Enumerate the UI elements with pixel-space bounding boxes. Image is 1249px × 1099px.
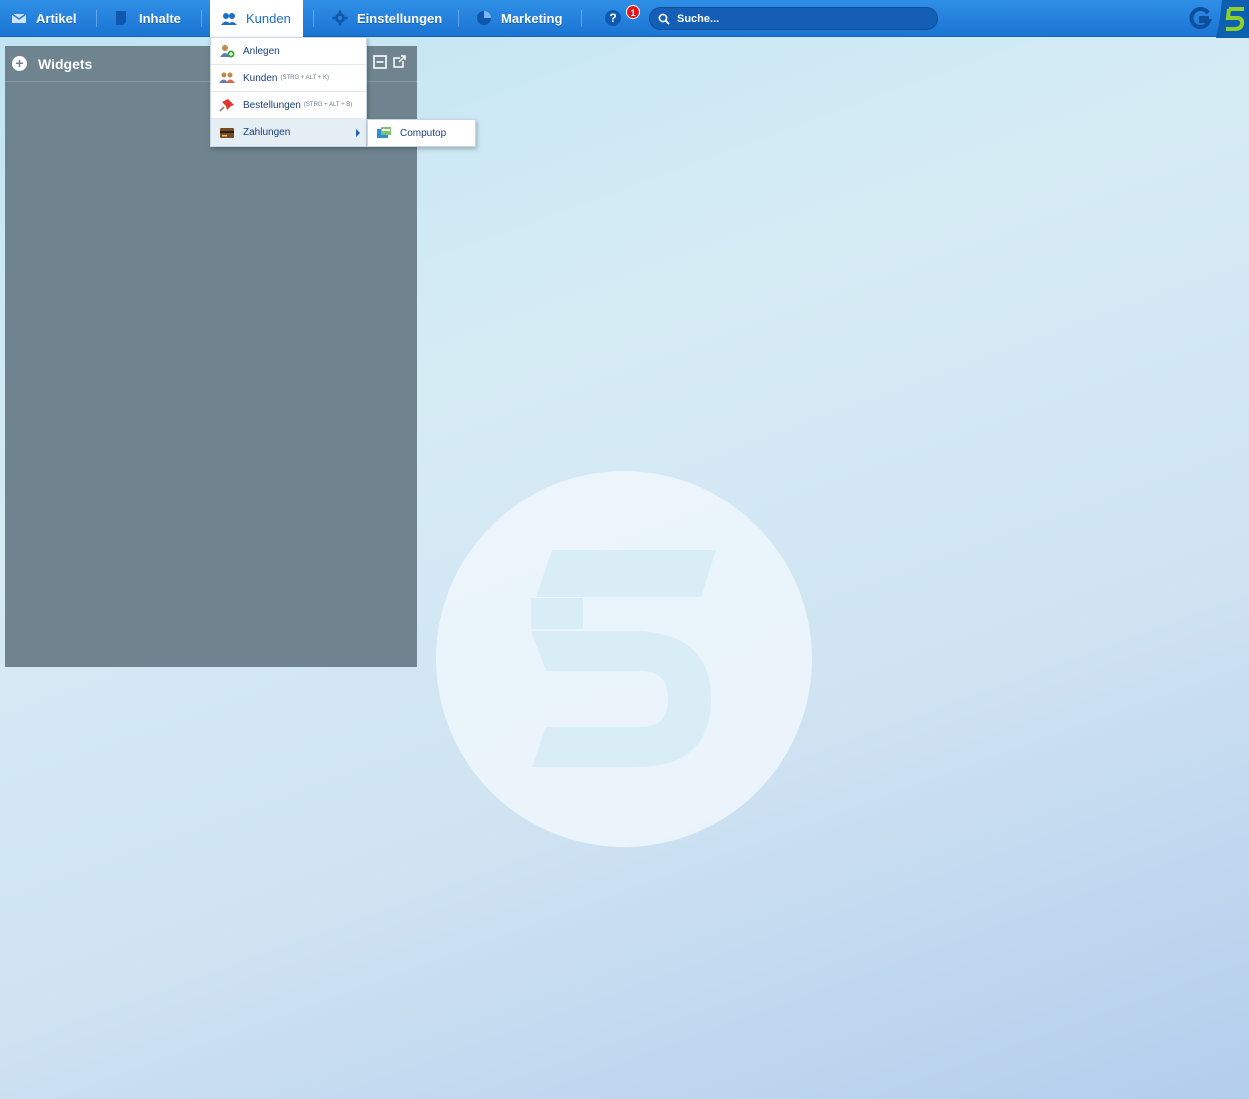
- kunden-icon: [221, 12, 237, 25]
- nav-separator: [313, 10, 314, 27]
- shopware-5-icon: [1225, 7, 1245, 31]
- nav-separator: [458, 10, 459, 27]
- menu-item-label: Anlegen: [243, 45, 280, 57]
- submenu-arrow-icon: [356, 129, 360, 137]
- menu-item-zahlungen[interactable]: Zahlungen: [211, 119, 366, 146]
- nav-marketing-label: Marketing: [501, 10, 563, 26]
- search-input[interactable]: [677, 12, 917, 25]
- popout-icon[interactable]: [392, 55, 406, 69]
- minimize-icon[interactable]: [373, 55, 387, 69]
- submenu-item-label: Computop: [400, 127, 447, 139]
- nav-separator: [581, 10, 582, 27]
- menu-item-bestellungen[interactable]: Bestellungen (STRG + ALT + B): [211, 92, 366, 119]
- user-add-icon: [220, 45, 235, 58]
- nav-kunden-label: Kunden: [246, 11, 291, 26]
- search-box[interactable]: [649, 7, 938, 30]
- kunden-dropdown-menu: Anlegen Kunden (STRG + ALT + K) Bestellu…: [210, 37, 367, 147]
- background-logo-icon: [436, 471, 812, 847]
- pin-icon: [219, 99, 234, 112]
- artikel-icon: [11, 13, 27, 23]
- menu-item-kunden[interactable]: Kunden (STRG + ALT + K): [211, 65, 366, 92]
- menu-item-label: Zahlungen: [243, 127, 291, 138]
- notification-badge[interactable]: 1: [626, 5, 640, 19]
- inhalte-icon: [116, 11, 126, 25]
- widgets-title: Widgets: [38, 56, 93, 72]
- menu-item-anlegen[interactable]: Anlegen: [211, 38, 366, 65]
- top-nav-bar: Artikel Inhalte Kunden Einstellungen Mar…: [0, 0, 1249, 38]
- brand-g-logo-icon[interactable]: [1188, 7, 1212, 29]
- help-icon[interactable]: ?: [605, 10, 621, 26]
- shopware-logo-icon[interactable]: [1216, 0, 1249, 38]
- menu-item-shortcut: (STRG + ALT + B): [303, 102, 353, 108]
- gear-icon: [332, 10, 348, 26]
- menu-item-shortcut: (STRG + ALT + K): [280, 75, 329, 81]
- nav-artikel-label: Artikel: [36, 10, 77, 26]
- nav-inhalte[interactable]: Inhalte: [114, 0, 181, 36]
- add-widget-icon[interactable]: +: [12, 56, 27, 71]
- nav-separator: [201, 10, 202, 27]
- credit-card-icon: [220, 127, 234, 138]
- pie-chart-icon: [477, 11, 491, 25]
- nav-inhalte-label: Inhalte: [139, 10, 181, 26]
- nav-einstellungen-label: Einstellungen: [357, 10, 443, 26]
- users-icon: [219, 72, 235, 83]
- submenu-item-computop[interactable]: Computop: [367, 119, 476, 147]
- nav-einstellungen[interactable]: Einstellungen: [332, 0, 442, 36]
- nav-artikel[interactable]: Artikel: [11, 0, 76, 36]
- nav-kunden[interactable]: Kunden: [210, 0, 303, 37]
- payment-window-icon: [377, 127, 391, 138]
- search-icon: [658, 13, 670, 25]
- nav-separator: [96, 10, 97, 27]
- menu-item-label: Kunden: [243, 72, 278, 84]
- nav-marketing[interactable]: Marketing: [476, 0, 562, 36]
- menu-item-label: Bestellungen: [243, 99, 301, 111]
